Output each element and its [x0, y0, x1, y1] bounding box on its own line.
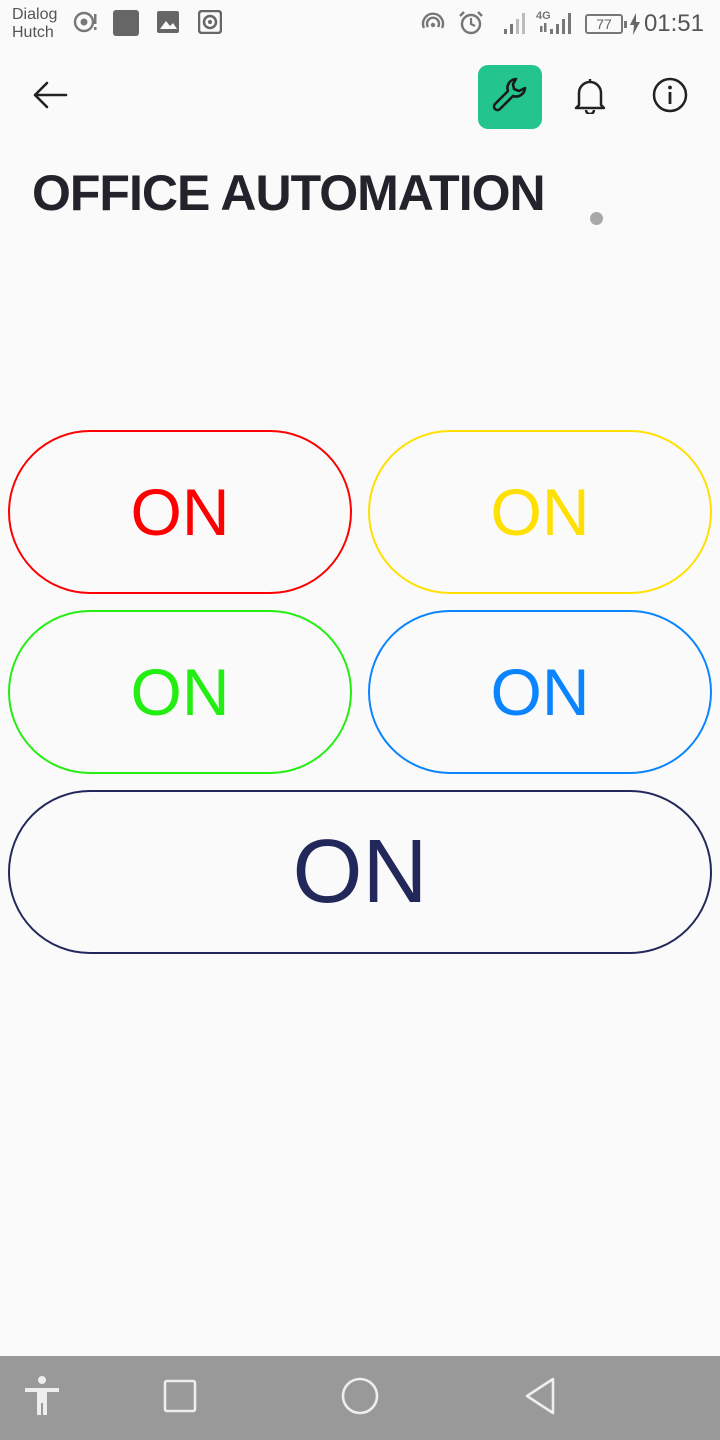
carrier-line-1: Dialog: [12, 6, 58, 23]
connection-status-dot: [590, 212, 603, 225]
back-triangle-icon: [522, 1376, 558, 1421]
clock: 01:51: [643, 10, 704, 37]
hotspot-icon: [72, 10, 98, 41]
page-title: OFFICE AUTOMATION: [32, 165, 546, 221]
status-bar: Dialog Hutch 4G 77 01:51: [0, 0, 720, 48]
switch-button-yellow[interactable]: ON: [368, 430, 712, 594]
carrier-label: Dialog Hutch: [12, 6, 57, 42]
charging-icon: [629, 13, 641, 40]
switch-label: ON: [130, 655, 230, 729]
switch-button-green[interactable]: ON: [8, 610, 352, 774]
info-button[interactable]: [645, 72, 695, 122]
switch-label: ON: [130, 475, 230, 549]
wifi-icon: [420, 10, 446, 41]
switch-button-blue[interactable]: ON: [368, 610, 712, 774]
home-circle-icon: [340, 1376, 380, 1421]
info-icon: [651, 76, 689, 119]
accessibility-icon: [22, 1375, 62, 1422]
back-nav-button[interactable]: [498, 1356, 582, 1440]
signal-icon: [502, 10, 530, 41]
wrench-icon: [490, 75, 530, 120]
switch-button-red[interactable]: ON: [8, 430, 352, 594]
signal-icon: [538, 10, 576, 41]
recents-square-icon: [163, 1379, 197, 1418]
back-arrow-icon: [32, 81, 68, 114]
home-button[interactable]: [318, 1356, 402, 1440]
radio-icon: [197, 9, 223, 39]
app-screen: Dialog Hutch 4G 77 01:51 OFFICE AUTOMATI…: [0, 0, 720, 1440]
accessibility-button[interactable]: [0, 1356, 84, 1440]
settings-wrench-button[interactable]: [478, 65, 542, 129]
switch-label: ON: [490, 655, 590, 729]
app-icon: [113, 10, 139, 41]
image-icon: [156, 10, 180, 39]
system-nav-bar: [0, 1356, 720, 1440]
battery-indicator: 77: [585, 14, 627, 34]
alarm-icon: [458, 10, 484, 41]
bell-icon: [573, 76, 607, 119]
switch-button-master[interactable]: ON: [8, 790, 712, 954]
switch-label: ON: [292, 822, 428, 922]
carrier-line-2: Hutch: [12, 24, 54, 41]
notifications-button[interactable]: [565, 72, 615, 122]
back-button[interactable]: [22, 74, 78, 120]
recents-button[interactable]: [138, 1356, 222, 1440]
switch-label: ON: [490, 475, 590, 549]
